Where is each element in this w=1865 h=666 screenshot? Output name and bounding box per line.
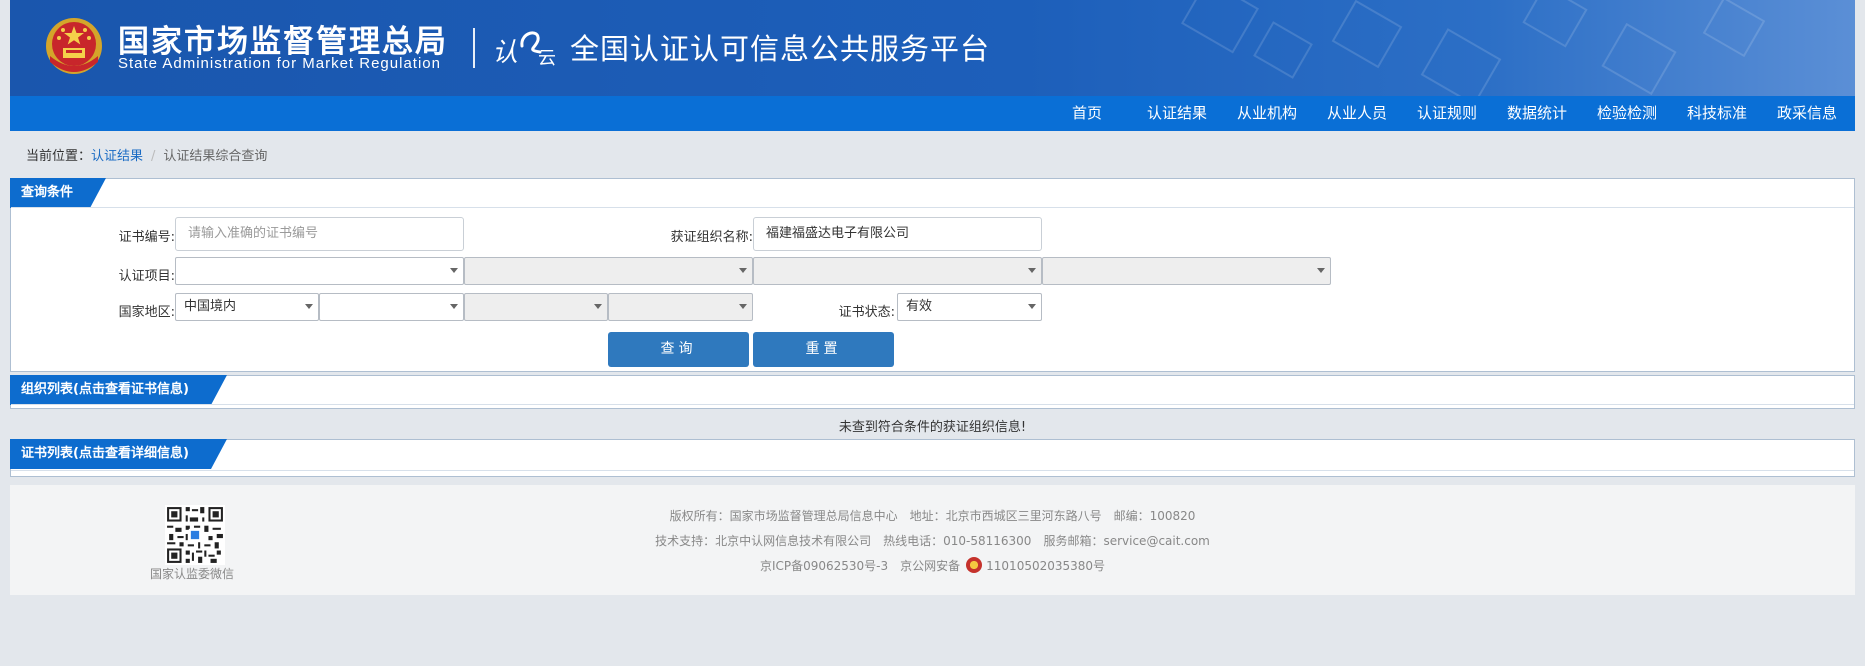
nav-item-rules[interactable]: 认证规则 <box>1417 96 1477 131</box>
search-button[interactable]: 查询 <box>608 332 749 367</box>
panel-divider <box>11 404 1854 405</box>
chevron-down-icon <box>450 268 458 273</box>
platform-title: 全国认证认可信息公共服务平台 <box>570 32 991 66</box>
query-panel: 查询条件 证书编号: 请输入准确的证书编号 获证组织名称: 福建福盛达电子有限公… <box>10 178 1855 372</box>
police-badge-icon <box>966 557 983 573</box>
chevron-down-icon <box>1028 268 1036 273</box>
nav-item-tech-standards[interactable]: 科技标准 <box>1687 96 1747 131</box>
national-emblem-icon <box>46 18 102 74</box>
project-select-3[interactable] <box>753 257 1042 285</box>
decor-hexagon <box>1181 0 1259 54</box>
chevron-down-icon <box>305 304 313 309</box>
decor-hexagon <box>1420 28 1502 96</box>
nav-item-procurement[interactable]: 政采信息 <box>1777 96 1837 131</box>
footer-line-2: 技术支持：北京中认网信息技术有限公司 热线电话：010-58116300 服务邮箱：… <box>10 532 1855 549</box>
cert-list-title: 证书列表(点击查看详细信息) <box>10 439 227 469</box>
nav-item-personnel[interactable]: 从业人员 <box>1327 96 1387 131</box>
decor-hexagon <box>1331 0 1403 69</box>
org-empty-message: 未查到符合条件的获证组织信息! <box>838 420 1027 435</box>
footer-copyright: 版权所有：国家市场监督管理总局信息中心 <box>669 509 898 523</box>
query-panel-title: 查询条件 <box>10 178 106 208</box>
nav-item-inspection[interactable]: 检验检测 <box>1597 96 1657 131</box>
nav-item-home[interactable]: 首页 <box>1072 96 1102 131</box>
footer-address: 地址：北京市西城区三里河东路八号 <box>909 509 1102 523</box>
decor-hexagon <box>1522 0 1588 48</box>
chevron-down-icon <box>739 268 747 273</box>
region-select-province[interactable] <box>319 293 464 321</box>
breadcrumb-link[interactable]: 认证结果 <box>91 149 143 164</box>
org-list-title: 组织列表(点击查看证书信息) <box>10 375 227 405</box>
logo-char: 云 <box>538 48 556 69</box>
footer-hotline: 热线电话：010-58116300 <box>883 534 1032 548</box>
footer-email[interactable]: 服务邮箱：service@cait.com <box>1043 534 1209 548</box>
reset-button[interactable]: 重置 <box>753 332 894 367</box>
renrenyun-logo-icon: 认 云 <box>490 22 560 72</box>
header-divider <box>473 28 475 68</box>
logo-char: 认 <box>492 38 519 68</box>
panel-divider <box>11 207 1854 208</box>
footer: 国家认监委微信 版权所有：国家市场监督管理总局信息中心 地址：北京市西城区三里河东… <box>10 485 1855 595</box>
decor-hexagon <box>1702 0 1766 58</box>
breadcrumb-current: 认证结果综合查询 <box>163 149 268 164</box>
chevron-down-icon <box>1317 268 1325 273</box>
status-select[interactable]: 有效 <box>897 293 1042 321</box>
breadcrumb-prefix: 当前位置： <box>26 149 92 164</box>
footer-police-no[interactable]: 11010502035380号 <box>986 559 1105 573</box>
nav-item-institutions[interactable]: 从业机构 <box>1237 96 1297 131</box>
chevron-down-icon <box>594 304 602 309</box>
footer-line-3: 京ICP备09062530号-3 京公网安备 11010502035380号 <box>10 557 1855 574</box>
project-select-1[interactable] <box>175 257 464 285</box>
nav-item-statistics[interactable]: 数据统计 <box>1507 96 1567 131</box>
org-list-panel: 组织列表(点击查看证书信息) <box>10 375 1855 409</box>
breadcrumb-separator: / <box>151 149 156 164</box>
chevron-down-icon <box>450 304 458 309</box>
footer-tech-support: 技术支持：北京中认网信息技术有限公司 <box>655 534 872 548</box>
status-label: 证书状态: <box>838 305 895 320</box>
decor-hexagon <box>1601 22 1677 96</box>
chevron-down-icon <box>739 304 747 309</box>
org-name-label: 获证组织名称: <box>670 230 753 245</box>
main-nav: 首页 认证结果 从业机构 从业人员 认证规则 数据统计 检验检测 科技标准 政采… <box>10 96 1855 131</box>
region-select-city[interactable] <box>464 293 608 321</box>
project-label: 认证项目: <box>118 269 175 284</box>
region-select-value: 中国境内 <box>184 299 237 314</box>
agency-name-en: State Administration for Market Regulati… <box>118 55 441 72</box>
breadcrumb: 当前位置：认证结果 / 认证结果综合查询 <box>26 145 267 164</box>
project-select-4[interactable] <box>1042 257 1331 285</box>
chevron-down-icon <box>1028 304 1036 309</box>
cert-no-label: 证书编号: <box>118 230 175 245</box>
region-label: 国家地区: <box>118 305 175 320</box>
region-select-district[interactable] <box>608 293 753 321</box>
region-select-country[interactable]: 中国境内 <box>175 293 319 321</box>
footer-police-prefix: 京公网安备 <box>900 559 961 573</box>
org-name-input[interactable]: 福建福盛达电子有限公司 <box>753 217 1042 251</box>
cert-no-input[interactable]: 请输入准确的证书编号 <box>175 217 464 251</box>
decor-hexagon <box>1253 21 1313 79</box>
nav-item-cert-results[interactable]: 认证结果 <box>1147 96 1207 131</box>
footer-line-1: 版权所有：国家市场监督管理总局信息中心 地址：北京市西城区三里河东路八号 邮编：10… <box>10 507 1855 524</box>
footer-icp[interactable]: 京ICP备09062530号-3 <box>760 559 888 573</box>
project-select-2[interactable] <box>464 257 753 285</box>
header-banner: 国家市场监督管理总局 State Administration for Mark… <box>10 0 1855 96</box>
status-select-value: 有效 <box>906 299 933 314</box>
panel-divider <box>11 470 1854 471</box>
cert-list-panel: 证书列表(点击查看详细信息) <box>10 439 1855 477</box>
footer-postcode: 邮编：100820 <box>1113 509 1196 523</box>
